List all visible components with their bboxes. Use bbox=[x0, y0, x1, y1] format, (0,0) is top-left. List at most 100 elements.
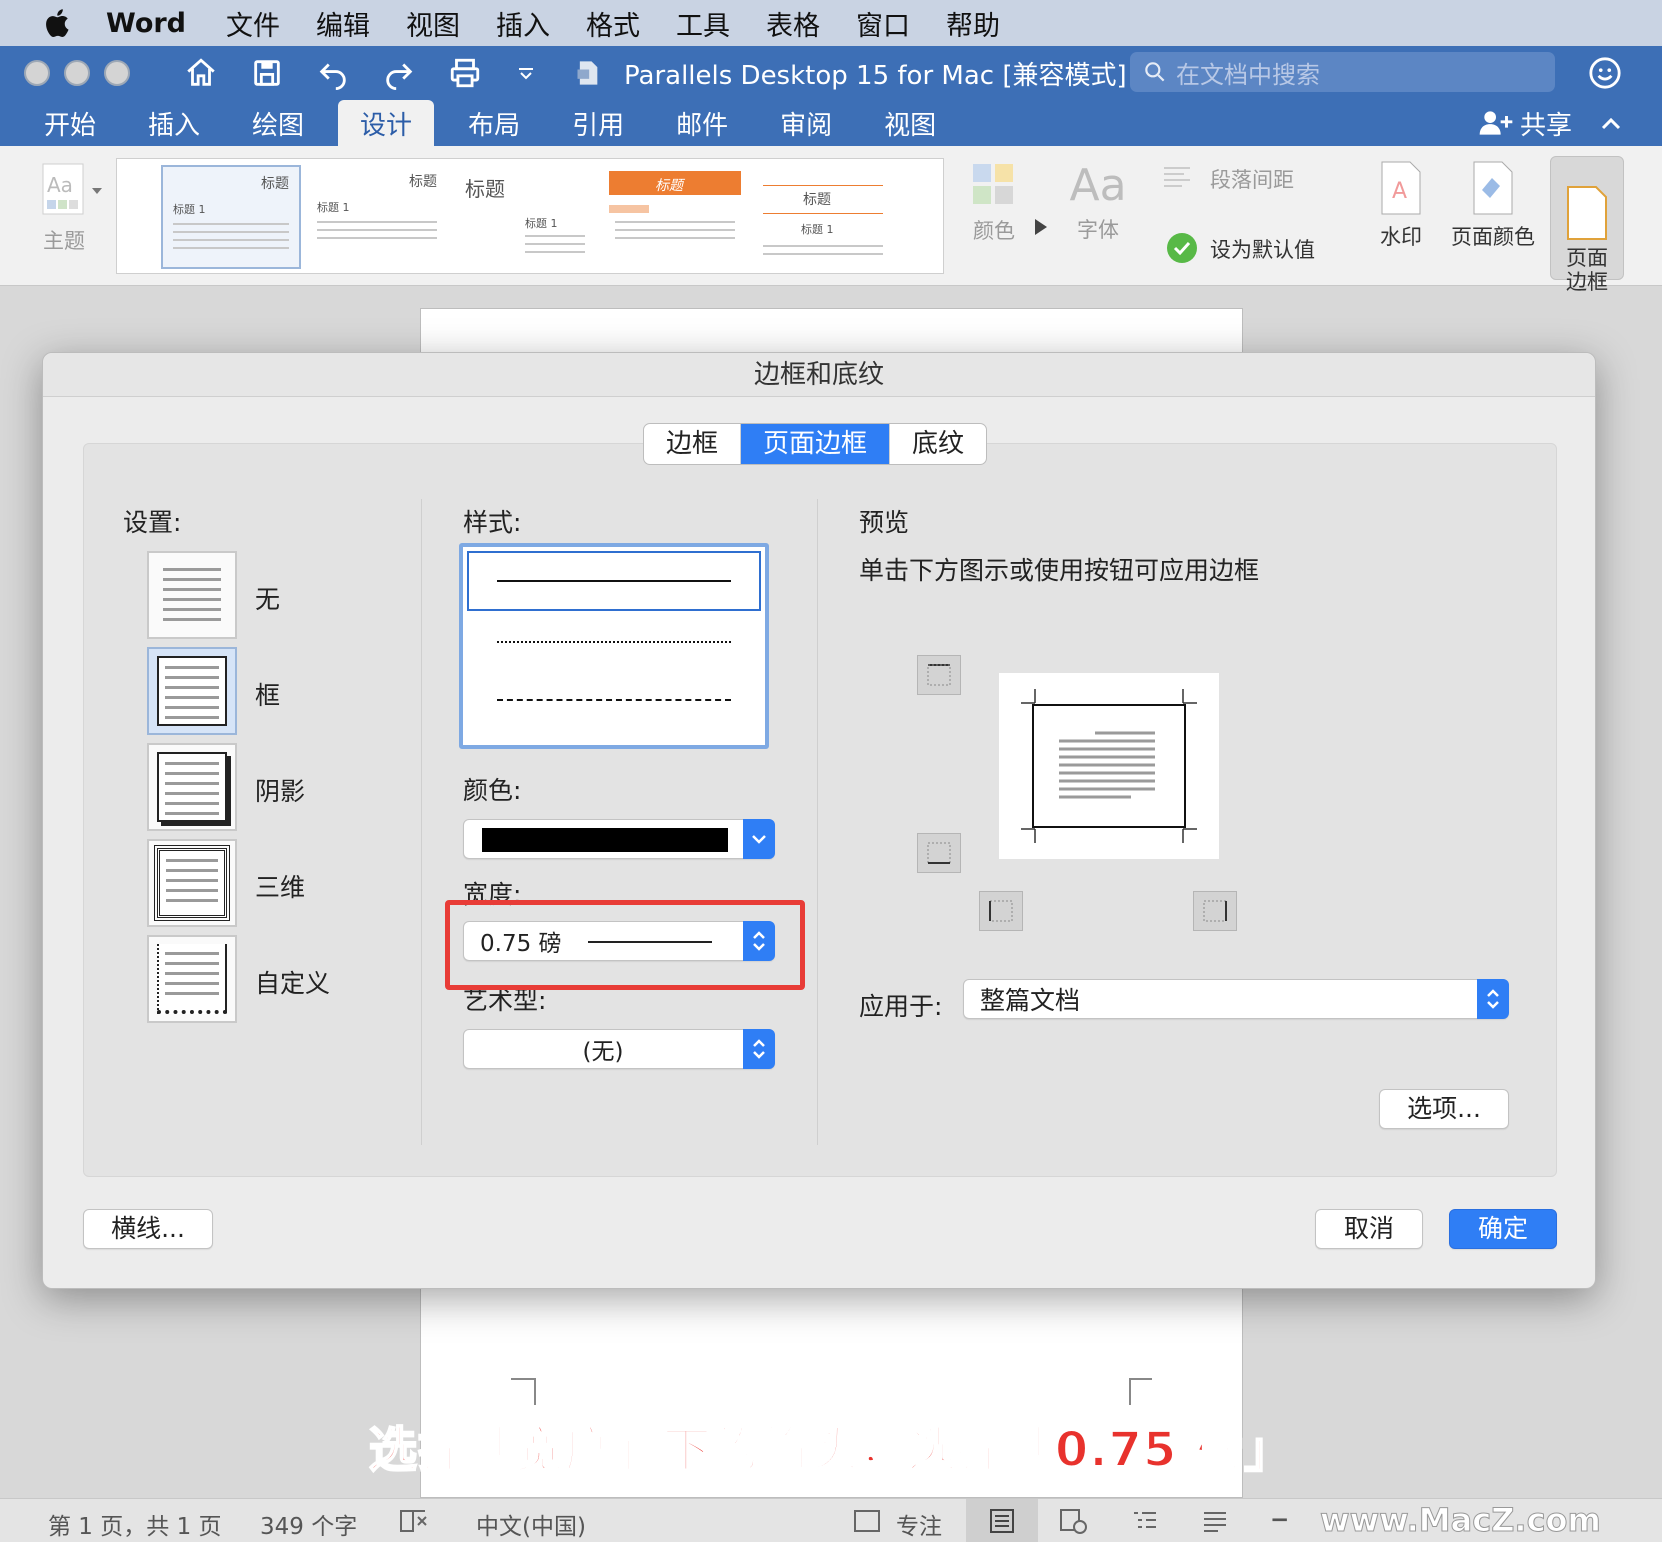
menu-format[interactable]: 格式 bbox=[586, 4, 640, 43]
style-set-thumb[interactable]: 标题 bbox=[605, 165, 745, 269]
preview-hint: 单击下方图示或使用按钮可应用边框 bbox=[859, 556, 1260, 585]
line-style-solid[interactable] bbox=[467, 551, 761, 611]
focus-label[interactable]: 专注 bbox=[896, 1507, 942, 1541]
style-set-thumb[interactable]: 标题 标题 1 bbox=[455, 165, 595, 269]
color-dropdown-arrow[interactable] bbox=[743, 819, 775, 859]
themes-button[interactable]: Aa 主题 bbox=[28, 160, 100, 255]
window-controls bbox=[24, 60, 144, 86]
tab-draw[interactable]: 绘图 bbox=[226, 100, 330, 146]
setting-3d-thumb[interactable] bbox=[147, 839, 237, 927]
art-dropdown-arrow[interactable] bbox=[743, 1029, 775, 1069]
watermark-button[interactable]: A 水印 bbox=[1368, 160, 1434, 251]
paragraph-spacing-button[interactable]: 段落间距 bbox=[1162, 164, 1322, 197]
print-icon[interactable] bbox=[448, 56, 482, 90]
tab-layout[interactable]: 布局 bbox=[442, 100, 546, 146]
horizontal-line-button[interactable]: 横线... bbox=[83, 1209, 213, 1249]
document-search-input[interactable]: 在文档中搜索 bbox=[1130, 52, 1555, 92]
apple-icon[interactable] bbox=[40, 5, 76, 41]
options-button[interactable]: 选项... bbox=[1379, 1089, 1509, 1129]
status-bar: 第 1 页，共 1 页 349 个字 中文(中国) 专注 − www.MacZ.… bbox=[0, 1498, 1662, 1542]
zoom-out-icon[interactable]: − bbox=[1270, 1507, 1289, 1533]
tab-view[interactable]: 视图 bbox=[858, 100, 962, 146]
print-layout-view-button[interactable] bbox=[966, 1499, 1038, 1542]
page-count[interactable]: 第 1 页，共 1 页 bbox=[48, 1507, 222, 1541]
tab-page-border[interactable]: 页面边框 bbox=[741, 424, 891, 464]
setting-custom-thumb[interactable] bbox=[147, 935, 237, 1023]
style-set-thumb[interactable]: 标题 标题 1 bbox=[307, 165, 447, 269]
setting-shadow-label[interactable]: 阴影 bbox=[255, 772, 305, 808]
home-icon[interactable] bbox=[184, 56, 218, 90]
setting-box-label[interactable]: 框 bbox=[255, 676, 280, 712]
draft-view-icon[interactable] bbox=[1200, 1507, 1230, 1535]
top-border-toggle[interactable] bbox=[917, 655, 961, 695]
collapse-ribbon-icon[interactable] bbox=[1600, 115, 1622, 131]
tab-shading[interactable]: 底纹 bbox=[890, 424, 986, 464]
style-set-thumb[interactable]: 标题 标题 1 bbox=[161, 165, 301, 269]
right-border-toggle[interactable] bbox=[1193, 891, 1237, 931]
line-style-dashed[interactable] bbox=[467, 675, 761, 735]
page-color-button[interactable]: 页面颜色 bbox=[1450, 160, 1536, 251]
language[interactable]: 中文(中国) bbox=[476, 1507, 586, 1541]
word-count[interactable]: 349 个字 bbox=[260, 1507, 357, 1541]
gallery-next-icon[interactable] bbox=[1035, 219, 1047, 235]
setting-none-label[interactable]: 无 bbox=[255, 580, 280, 616]
page-borders-button[interactable]: 页面 边框 bbox=[1550, 156, 1624, 294]
menu-view[interactable]: 视图 bbox=[406, 4, 460, 43]
menu-window[interactable]: 窗口 bbox=[856, 4, 910, 43]
apply-to-dropdown-arrow[interactable] bbox=[1477, 979, 1509, 1019]
border-preview[interactable] bbox=[999, 673, 1219, 859]
color-label: 颜色: bbox=[463, 776, 522, 805]
margin-corner-mark bbox=[511, 1378, 536, 1405]
proofing-icon[interactable] bbox=[398, 1507, 432, 1535]
fonts-button[interactable]: Aa 字体 bbox=[1058, 160, 1138, 244]
setting-none-thumb[interactable] bbox=[147, 551, 237, 639]
tab-references[interactable]: 引用 bbox=[546, 100, 650, 146]
web-layout-icon[interactable] bbox=[1058, 1507, 1088, 1535]
focus-icon[interactable] bbox=[852, 1507, 882, 1535]
save-icon[interactable] bbox=[250, 56, 284, 90]
tab-review[interactable]: 审阅 bbox=[754, 100, 858, 146]
art-border-dropdown[interactable]: (无) bbox=[463, 1029, 775, 1069]
menu-tools[interactable]: 工具 bbox=[676, 4, 730, 43]
close-window-button[interactable] bbox=[24, 60, 50, 86]
bottom-border-toggle[interactable] bbox=[917, 833, 961, 873]
chevron-down-icon[interactable] bbox=[90, 186, 104, 196]
outline-view-icon[interactable] bbox=[1130, 1507, 1160, 1535]
set-default-button[interactable]: 设为默认值 bbox=[1166, 232, 1326, 269]
customize-toolbar-icon[interactable] bbox=[514, 56, 538, 90]
themes-label: 主题 bbox=[43, 229, 85, 253]
ok-button[interactable]: 确定 bbox=[1449, 1209, 1557, 1249]
minimize-window-button[interactable] bbox=[64, 60, 90, 86]
menu-help[interactable]: 帮助 bbox=[946, 4, 1000, 43]
line-style-dotted[interactable] bbox=[467, 613, 761, 673]
word-titlebar: Parallels Desktop 15 for Mac [兼容模式] 在文档中… bbox=[0, 46, 1662, 100]
setting-custom-label[interactable]: 自定义 bbox=[255, 964, 330, 1000]
style-set-gallery: 标题 标题 1 标题 标题 1 标题 标题 1 标题 标题 标题 1 bbox=[116, 158, 1047, 274]
menu-edit[interactable]: 编辑 bbox=[316, 4, 370, 43]
tab-home[interactable]: 开始 bbox=[18, 100, 122, 146]
tab-mailings[interactable]: 邮件 bbox=[650, 100, 754, 146]
menu-file[interactable]: 文件 bbox=[226, 4, 280, 43]
undo-icon[interactable] bbox=[316, 56, 350, 90]
redo-icon[interactable] bbox=[382, 56, 416, 90]
tab-borders[interactable]: 边框 bbox=[644, 424, 742, 464]
zoom-window-button[interactable] bbox=[104, 60, 130, 86]
colors-button[interactable]: 颜色 bbox=[958, 160, 1030, 245]
cancel-button[interactable]: 取消 bbox=[1315, 1209, 1423, 1249]
document-icon bbox=[577, 61, 598, 85]
setting-box-thumb[interactable] bbox=[147, 647, 237, 735]
border-color-dropdown[interactable] bbox=[463, 819, 775, 859]
setting-3d-label[interactable]: 三维 bbox=[255, 868, 305, 904]
menu-insert[interactable]: 插入 bbox=[496, 4, 550, 43]
apply-to-dropdown[interactable]: 整篇文档 bbox=[963, 979, 1509, 1019]
left-border-toggle[interactable] bbox=[979, 891, 1023, 931]
style-set-thumb[interactable]: 标题 标题 1 bbox=[753, 165, 893, 269]
menu-table[interactable]: 表格 bbox=[766, 4, 820, 43]
tab-design[interactable]: 设计 bbox=[338, 100, 435, 146]
feedback-smile-icon[interactable] bbox=[1588, 56, 1622, 90]
share-button[interactable]: 共享 bbox=[1478, 100, 1622, 146]
line-style-list[interactable] bbox=[459, 543, 769, 749]
tab-insert[interactable]: 插入 bbox=[122, 100, 226, 146]
menu-app-word[interactable]: Word bbox=[106, 8, 186, 39]
setting-shadow-thumb[interactable] bbox=[147, 743, 237, 831]
